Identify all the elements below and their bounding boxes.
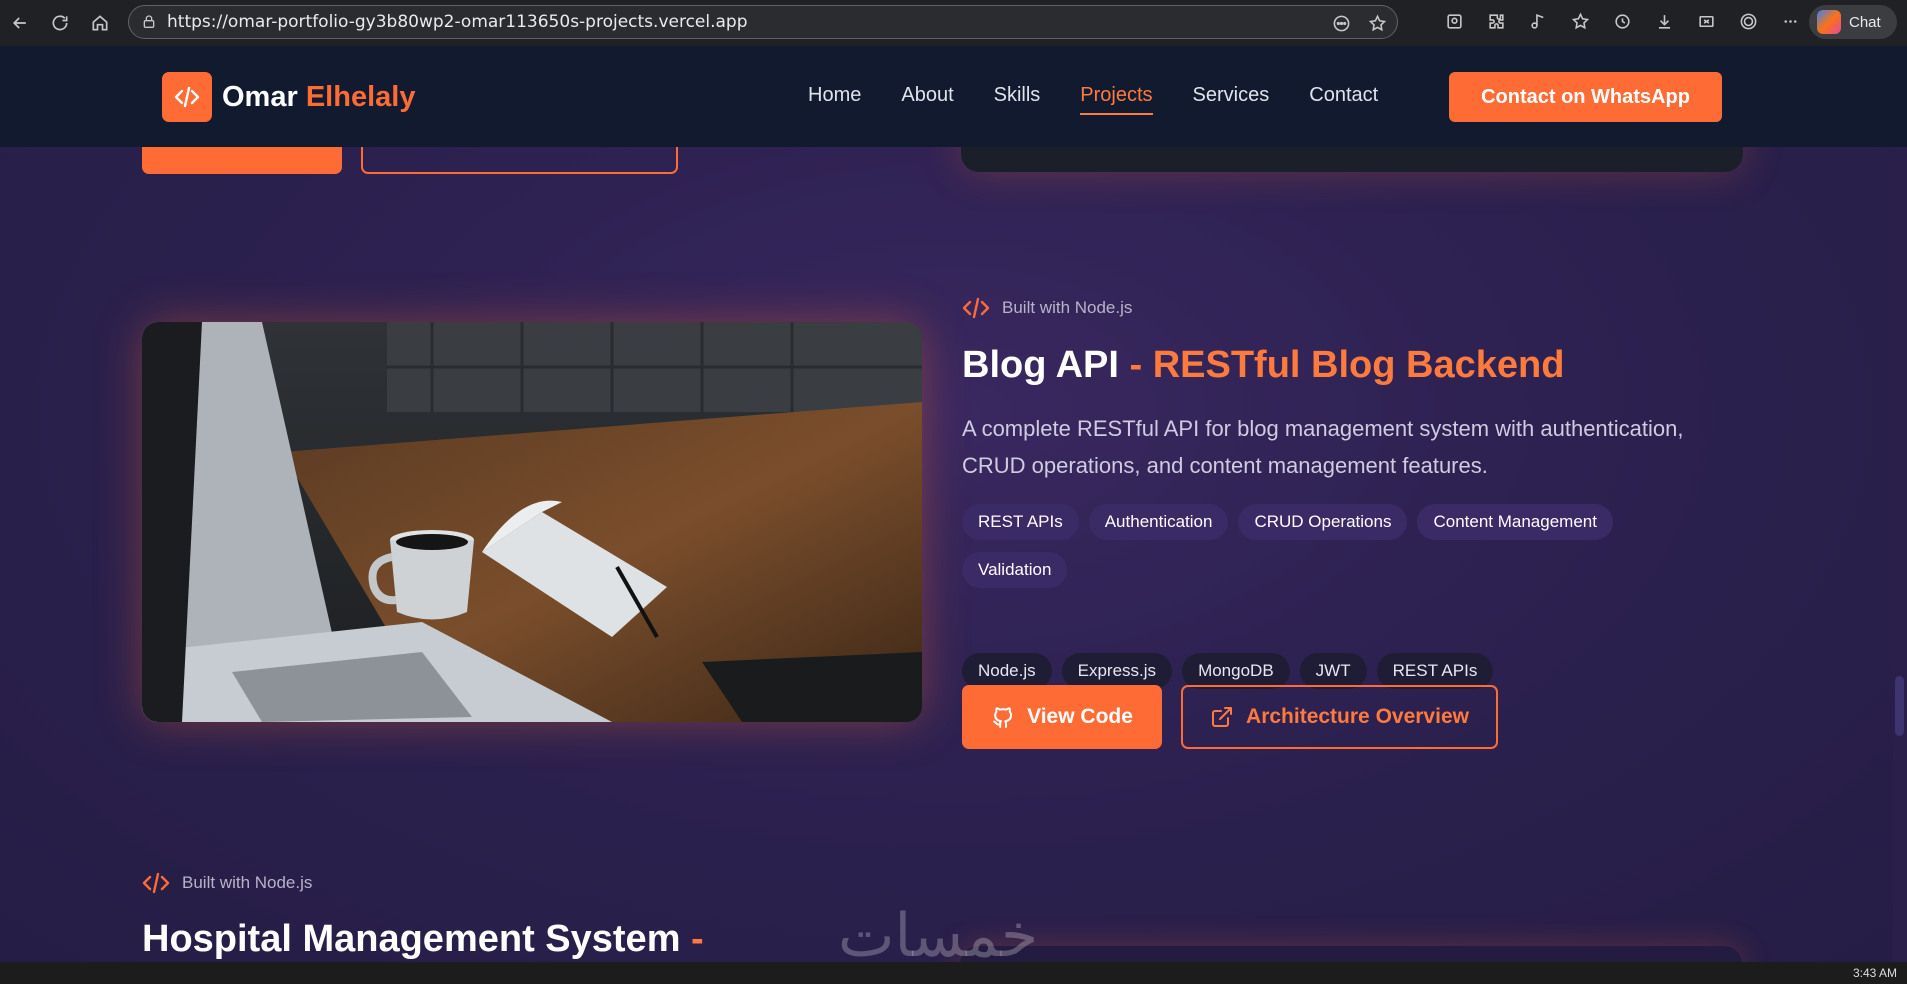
lock-icon <box>143 15 155 28</box>
next-project-title: Hospital Management System - <box>142 918 704 961</box>
download-icon[interactable] <box>1652 9 1676 33</box>
extensions-icon[interactable] <box>1484 9 1508 33</box>
more-icon[interactable] <box>1778 9 1802 33</box>
feature-tags: REST APIs Authentication CRUD Operations… <box>962 504 1702 588</box>
nav-projects[interactable]: Projects <box>1080 84 1153 115</box>
back-icon[interactable] <box>0 3 40 43</box>
scrollbar-track[interactable] <box>1893 46 1907 962</box>
favorites-icon[interactable] <box>1568 9 1592 33</box>
star-icon[interactable] <box>1365 11 1389 35</box>
brand-first-name: Omar <box>222 80 298 113</box>
architecture-label: Architecture Overview <box>1246 705 1469 728</box>
chat-button[interactable]: Chat <box>1809 5 1897 39</box>
feature-tag: Authentication <box>1088 504 1229 540</box>
project-title-main: Blog API <box>962 344 1119 386</box>
feature-tag: Content Management <box>1417 504 1613 540</box>
whatsapp-button[interactable]: Contact on WhatsApp <box>1449 72 1722 122</box>
next-built-with-label: Built with Node.js <box>142 872 312 894</box>
code-icon <box>162 72 212 122</box>
site-header: Omar Elhelaly Home About Skills Projects… <box>0 46 1907 147</box>
tech-badge: JWT <box>1299 653 1367 689</box>
feature-tag: REST APIs <box>962 504 1079 540</box>
taskbar: 3:43 AM <box>0 962 1907 984</box>
tech-badge: Express.js <box>1061 653 1173 689</box>
built-with-text: Built with Node.js <box>1002 298 1133 317</box>
nav-about[interactable]: About <box>901 84 953 115</box>
nav-skills[interactable]: Skills <box>994 84 1041 115</box>
tech-badge: Node.js <box>962 653 1052 689</box>
address-url: https://omar-portfolio-gy3b80wp2-omar113… <box>167 12 748 32</box>
next-project-title-accent: - <box>680 918 704 960</box>
next-built-with-text: Built with Node.js <box>182 873 313 892</box>
profile-icon[interactable] <box>1442 9 1466 33</box>
project-description: A complete RESTful API for blog manageme… <box>962 416 1684 478</box>
feature-tag: CRUD Operations <box>1238 504 1408 540</box>
next-project-title-main: Hospital Management System <box>142 918 681 960</box>
brand-last-name: Elhelaly <box>305 80 416 113</box>
brand-name: Omar Elhelaly <box>222 81 415 114</box>
watermark: خمسات <box>838 901 1039 962</box>
address-bar[interactable]: https://omar-portfolio-gy3b80wp2-omar113… <box>128 5 1398 39</box>
view-code-button[interactable]: View Code <box>962 685 1162 749</box>
page: Omar Elhelaly Home About Skills Projects… <box>0 46 1907 962</box>
built-with-label: Built with Node.js <box>962 297 1132 319</box>
nav-services[interactable]: Services <box>1193 84 1270 115</box>
main-nav: Home About Skills Projects Services Cont… <box>808 84 1378 115</box>
view-code-label: View Code <box>1027 705 1133 728</box>
nav-contact[interactable]: Contact <box>1309 84 1378 115</box>
browser-toolbar: https://omar-portfolio-gy3b80wp2-omar113… <box>0 0 1907 46</box>
media-icon[interactable] <box>1526 9 1550 33</box>
project-title-accent: - RESTful Blog Backend <box>1118 344 1565 386</box>
architecture-overview-button[interactable]: Architecture Overview <box>1181 685 1498 749</box>
history-icon[interactable] <box>1610 9 1634 33</box>
external-link-icon <box>1212 707 1233 727</box>
desk-photo <box>142 322 922 722</box>
github-icon <box>993 707 1013 728</box>
tech-badge: REST APIs <box>1376 653 1494 689</box>
feature-tag: Validation <box>962 552 1068 588</box>
project-image <box>142 322 922 722</box>
code-icon <box>962 297 990 319</box>
copilot-logo-icon <box>1817 10 1841 34</box>
screenshot-icon[interactable] <box>1694 9 1718 33</box>
brand[interactable]: Omar Elhelaly <box>162 72 415 122</box>
reader-icon[interactable] <box>1329 11 1353 35</box>
next-project-image <box>960 946 1742 962</box>
copilot-icon[interactable] <box>1736 9 1760 33</box>
project-title: Blog API - RESTful Blog Backend <box>962 344 1564 387</box>
nav-home[interactable]: Home <box>808 84 861 115</box>
tech-badge: MongoDB <box>1182 653 1290 689</box>
home-icon[interactable] <box>80 3 120 43</box>
tech-stack: Node.js Express.js MongoDB JWT REST APIs <box>962 653 1494 689</box>
chat-label: Chat <box>1849 13 1881 31</box>
taskbar-clock: 3:43 AM <box>1852 966 1897 980</box>
refresh-icon[interactable] <box>40 3 80 43</box>
code-icon <box>142 872 170 894</box>
scrollbar-thumb[interactable] <box>1895 676 1904 736</box>
